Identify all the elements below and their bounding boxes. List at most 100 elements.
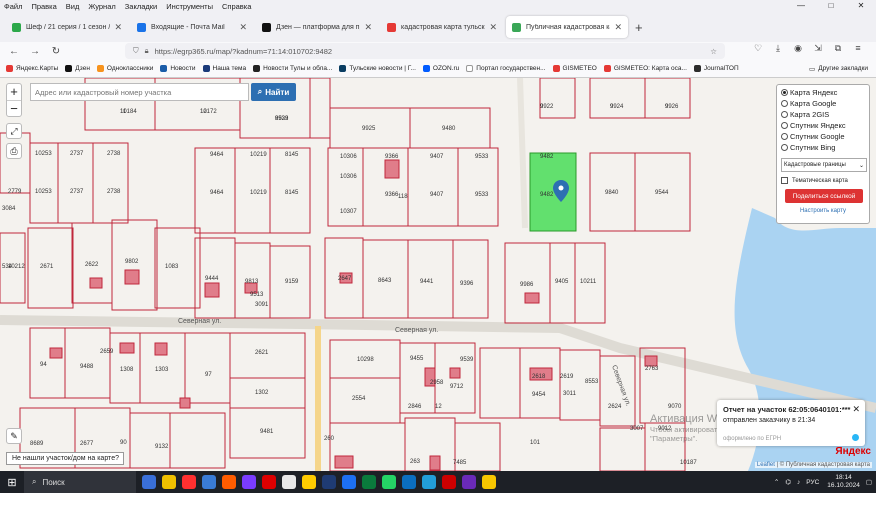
tab-public-cadastral-map[interactable]: Публичная кадастровая карта✕ bbox=[506, 16, 628, 38]
close-icon[interactable]: ✕ bbox=[852, 404, 860, 415]
taskbar-app-icon[interactable] bbox=[302, 475, 316, 489]
network-icon[interactable]: ⌬ bbox=[785, 478, 791, 486]
tab-close-icon[interactable]: ✕ bbox=[364, 22, 372, 33]
taskbar-app-icon[interactable] bbox=[162, 475, 176, 489]
leaflet-link[interactable]: Leaflet bbox=[757, 462, 775, 468]
taskbar-app-icon[interactable] bbox=[242, 475, 256, 489]
taskbar-app-icon[interactable] bbox=[482, 475, 496, 489]
layer-option-yandex-satellite[interactable]: Спутник Яндекс bbox=[781, 120, 865, 131]
menu-view[interactable]: Вид bbox=[66, 2, 80, 11]
tab-dzen[interactable]: Дзен — платформа для просм✕ bbox=[256, 16, 378, 38]
print-icon[interactable]: ⎙ bbox=[6, 143, 22, 159]
layer-option-bing-satellite[interactable]: Спутник Bing bbox=[781, 142, 865, 153]
zoom-in-button[interactable]: + bbox=[7, 84, 21, 100]
shield-icon[interactable]: ⛉ bbox=[133, 46, 139, 56]
find-button[interactable]: ⌕ Найти bbox=[251, 83, 296, 101]
parcel-boundary[interactable] bbox=[599, 427, 646, 471]
tab-cadastral-search[interactable]: кадастровая карта тульской об✕ bbox=[381, 16, 503, 38]
taskbar-app-icon[interactable] bbox=[362, 475, 376, 489]
parcel-boundary[interactable] bbox=[479, 347, 521, 419]
chevron-up-icon[interactable]: ⌃ bbox=[774, 478, 779, 486]
bookmark-item[interactable]: Дзен bbox=[65, 65, 90, 72]
parcel-boundary[interactable] bbox=[64, 327, 111, 399]
taskbar-app-icon[interactable] bbox=[262, 475, 276, 489]
bookmark-item[interactable]: Портал государствен... bbox=[466, 65, 546, 72]
radio-icon[interactable] bbox=[781, 89, 788, 96]
share-link-button[interactable]: Поделиться ссылкой bbox=[785, 189, 863, 203]
parcel-boundary[interactable] bbox=[0, 132, 31, 194]
account-icon[interactable]: ◉ bbox=[788, 43, 808, 54]
taskbar-app-icon[interactable] bbox=[462, 475, 476, 489]
layer-option-2gis-map[interactable]: Карта 2GIS bbox=[781, 109, 865, 120]
menu-bookmarks[interactable]: Закладки bbox=[125, 2, 157, 11]
pocket-icon[interactable]: ♡ bbox=[748, 43, 768, 54]
bookmark-item[interactable]: GISMETEO: Карта оса... bbox=[603, 65, 687, 72]
taskbar-app-icon[interactable] bbox=[422, 475, 436, 489]
tab-close-icon[interactable]: ✕ bbox=[614, 22, 622, 33]
not-found-link[interactable]: Не нашли участок/дом на карте? bbox=[6, 452, 124, 465]
back-button[interactable]: ← bbox=[6, 46, 22, 57]
parcel-boundary[interactable] bbox=[29, 327, 66, 399]
configure-map-link[interactable]: Настроить карту bbox=[781, 208, 865, 214]
taskbar-app-icon[interactable] bbox=[222, 475, 236, 489]
bookmark-item[interactable]: Одноклассники bbox=[96, 65, 153, 72]
clock[interactable]: 18:14 16.10.2024 bbox=[827, 474, 860, 490]
taskbar-app-icon[interactable] bbox=[182, 475, 196, 489]
other-bookmarks[interactable]: ▭ Другие закладки bbox=[809, 65, 868, 73]
tab-series[interactable]: Шеф / 21 серия / 1 сезон / Сер✕ bbox=[6, 16, 128, 38]
fullscreen-icon[interactable]: ⤢ bbox=[6, 123, 22, 139]
menu-edit[interactable]: Правка bbox=[31, 2, 56, 11]
cadastral-map[interactable]: 10184 10172 9923 9922 9924 9926 9925 9480 10253 2… bbox=[0, 78, 876, 471]
reload-button[interactable]: ↻ bbox=[48, 46, 64, 57]
radio-icon[interactable] bbox=[781, 144, 788, 151]
menu-tools[interactable]: Инструменты bbox=[166, 2, 213, 11]
zoom-out-button[interactable]: − bbox=[7, 100, 21, 116]
taskbar-app-icon[interactable] bbox=[282, 475, 296, 489]
radio-icon[interactable] bbox=[781, 122, 788, 129]
extensions-icon[interactable]: ⇲ bbox=[808, 43, 828, 54]
edit-icon[interactable]: ✎ bbox=[6, 428, 22, 444]
radio-icon[interactable] bbox=[781, 133, 788, 140]
layer-option-google-map[interactable]: Карта Google bbox=[781, 98, 865, 109]
parcel-boundary[interactable] bbox=[111, 219, 158, 311]
menu-history[interactable]: Журнал bbox=[88, 2, 115, 11]
taskbar-app-icon[interactable] bbox=[442, 475, 456, 489]
parcel-boundary[interactable] bbox=[309, 78, 331, 139]
bookmark-item[interactable]: JournalТОП bbox=[693, 65, 739, 72]
start-icon[interactable]: ⊞ bbox=[0, 476, 24, 489]
tab-mail[interactable]: Входящие - Почта Mail ✕ bbox=[131, 16, 253, 38]
screenshot-icon[interactable]: ⧉ bbox=[828, 43, 848, 54]
taskbar-app-icon[interactable] bbox=[342, 475, 356, 489]
parcel-boundary[interactable] bbox=[589, 78, 646, 119]
maximize-button[interactable]: □ bbox=[816, 0, 846, 12]
app-menu-icon[interactable]: ≡ bbox=[848, 43, 868, 54]
bookmark-star-icon[interactable]: ☆ bbox=[710, 47, 717, 56]
layer-option-yandex-map[interactable]: Карта Яндекс bbox=[781, 87, 865, 98]
bookmark-item[interactable]: OZON.ru bbox=[422, 65, 459, 72]
parcel-boundary[interactable] bbox=[129, 412, 171, 469]
layer-option-google-satellite[interactable]: Спутник Google bbox=[781, 131, 865, 142]
bookmark-item[interactable]: Яндекс.Карты bbox=[6, 65, 58, 72]
radio-icon[interactable] bbox=[781, 100, 788, 107]
parcel-boundary[interactable] bbox=[539, 78, 576, 119]
url-text[interactable]: https://egrp365.ru/map/?kadnum=71:14:010… bbox=[155, 47, 332, 56]
bookmark-item[interactable]: Наша тема bbox=[202, 65, 246, 72]
language-indicator[interactable]: РУС bbox=[806, 479, 819, 486]
report-notification[interactable]: Отчет на участок 62:05:0640101:*** ✕ отп… bbox=[717, 400, 865, 446]
boundaries-select[interactable]: Кадастровые границы ⌄ bbox=[781, 158, 867, 172]
yandex-logo[interactable]: Яндекс bbox=[835, 446, 871, 457]
parcel-boundary[interactable] bbox=[519, 347, 561, 419]
forward-button[interactable]: → bbox=[27, 46, 43, 57]
bookmark-item[interactable]: GISMETEO bbox=[552, 65, 597, 72]
url-bar[interactable]: ⛉ 🔒︎ https://egrp365.ru/map/?kadnum=71:1… bbox=[125, 43, 725, 59]
bookmark-item[interactable]: Новости Тулы и обла... bbox=[253, 65, 332, 72]
thematic-map-checkbox[interactable]: Тематическая карта bbox=[781, 177, 865, 184]
close-window-button[interactable]: ✕ bbox=[846, 0, 876, 12]
bookmark-item[interactable]: Новости bbox=[160, 65, 196, 72]
taskbar-app-icon[interactable] bbox=[382, 475, 396, 489]
taskbar-search[interactable]: ⌕ Поиск bbox=[24, 471, 136, 493]
volume-icon[interactable]: ♪ bbox=[797, 479, 800, 486]
menu-file[interactable]: Файл bbox=[4, 2, 22, 11]
taskbar-app-icon[interactable] bbox=[142, 475, 156, 489]
tab-close-icon[interactable]: ✕ bbox=[489, 22, 497, 33]
